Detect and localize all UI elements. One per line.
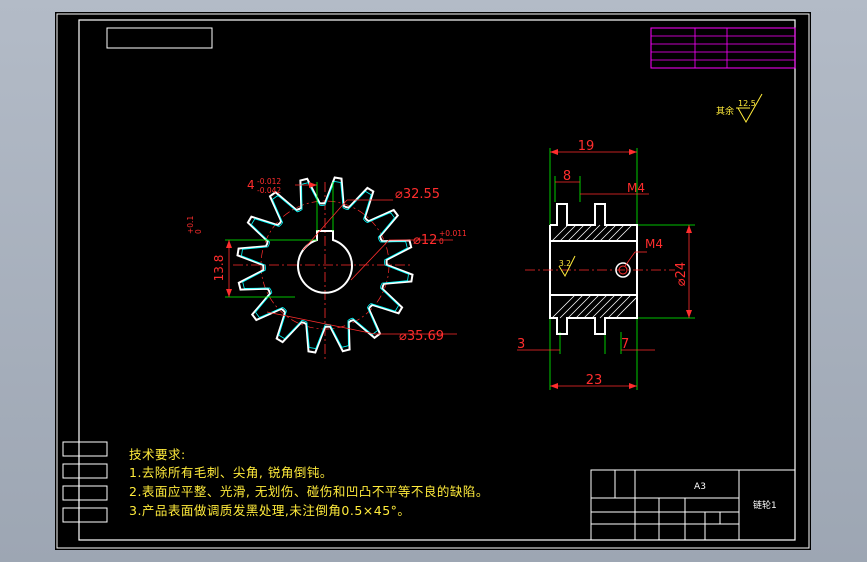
code-box xyxy=(106,27,213,49)
dim-width-8: 8 xyxy=(563,169,571,184)
dim-m4-side: M4 xyxy=(645,237,663,251)
drawing-sheet: A3 链轮1 其余 12.5 4 -0.012 -0.042 13.8 +0.1… xyxy=(55,12,811,550)
requirement-item-3: 3.产品表面做调质发黑处理,未注倒角0.5×45°。 xyxy=(129,503,411,518)
dim-keyway-tol-bot: 0 xyxy=(194,229,203,234)
side-boxes xyxy=(62,441,108,523)
dim-chamfer-tol-top: -0.012 xyxy=(257,177,281,186)
dim-m4-top: M4 xyxy=(627,181,645,195)
requirement-item-1: 1.去除所有毛刺、尖角, 锐角倒钝。 xyxy=(129,465,333,480)
dim-width-23: 23 xyxy=(586,373,603,388)
dim-bore-tol-bot: 0 xyxy=(439,237,444,246)
dim-width-19: 19 xyxy=(578,139,595,154)
roughness-value: 12.5 xyxy=(738,99,756,108)
part-name-text: 链轮1 xyxy=(753,499,777,511)
dim-3: 3 xyxy=(517,337,525,352)
dim-keyway: 13.8 xyxy=(212,255,226,282)
dim-tip-diameter: ⌀32.55 xyxy=(395,187,440,202)
roughness-inner: 3.2 xyxy=(559,259,571,268)
dim-chamfer-tol-bot: -0.042 xyxy=(257,186,281,195)
dim-chamfer: 4 xyxy=(247,178,255,192)
requirements-heading: 技术要求: xyxy=(129,447,186,462)
dim-root-diameter: ⌀35.69 xyxy=(399,329,444,344)
revision-table xyxy=(650,27,796,69)
dim-diameter-24: ⌀24 xyxy=(674,262,689,286)
sprocket-side-view xyxy=(517,148,695,390)
roughness-label: 其余 xyxy=(716,105,734,117)
requirement-item-2: 2.表面应平整、光滑, 无划伤、碰伤和凹凸不平等不良的缺陷。 xyxy=(129,484,489,499)
dim-bore: ⌀12 xyxy=(413,233,437,248)
dim-7: 7 xyxy=(621,337,629,352)
sheet-size-text: A3 xyxy=(694,482,706,492)
